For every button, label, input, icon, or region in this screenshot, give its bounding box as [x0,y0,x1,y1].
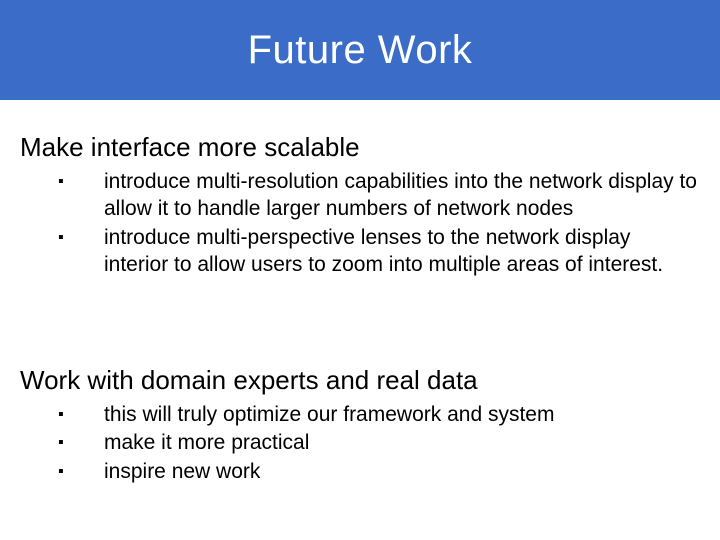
title-bar: Future Work [0,0,720,100]
bullet-list-0: introduce multi-resolution capabilities … [58,169,700,279]
list-item: inspire new work [58,459,700,486]
section-heading-0: Make interface more scalable [20,132,700,163]
list-item: introduce multi-perspective lenses to th… [58,225,700,279]
slide-title: Future Work [248,28,473,73]
bullet-list-1: this will truly optimize our framework a… [58,402,700,487]
slide-content: Make interface more scalable introduce m… [0,100,720,486]
list-item: make it more practical [58,430,700,457]
section-gap [20,281,700,351]
slide: Future Work Make interface more scalable… [0,0,720,540]
list-item: this will truly optimize our framework a… [58,402,700,429]
list-item: introduce multi-resolution capabilities … [58,169,700,223]
section-heading-1: Work with domain experts and real data [20,365,700,396]
